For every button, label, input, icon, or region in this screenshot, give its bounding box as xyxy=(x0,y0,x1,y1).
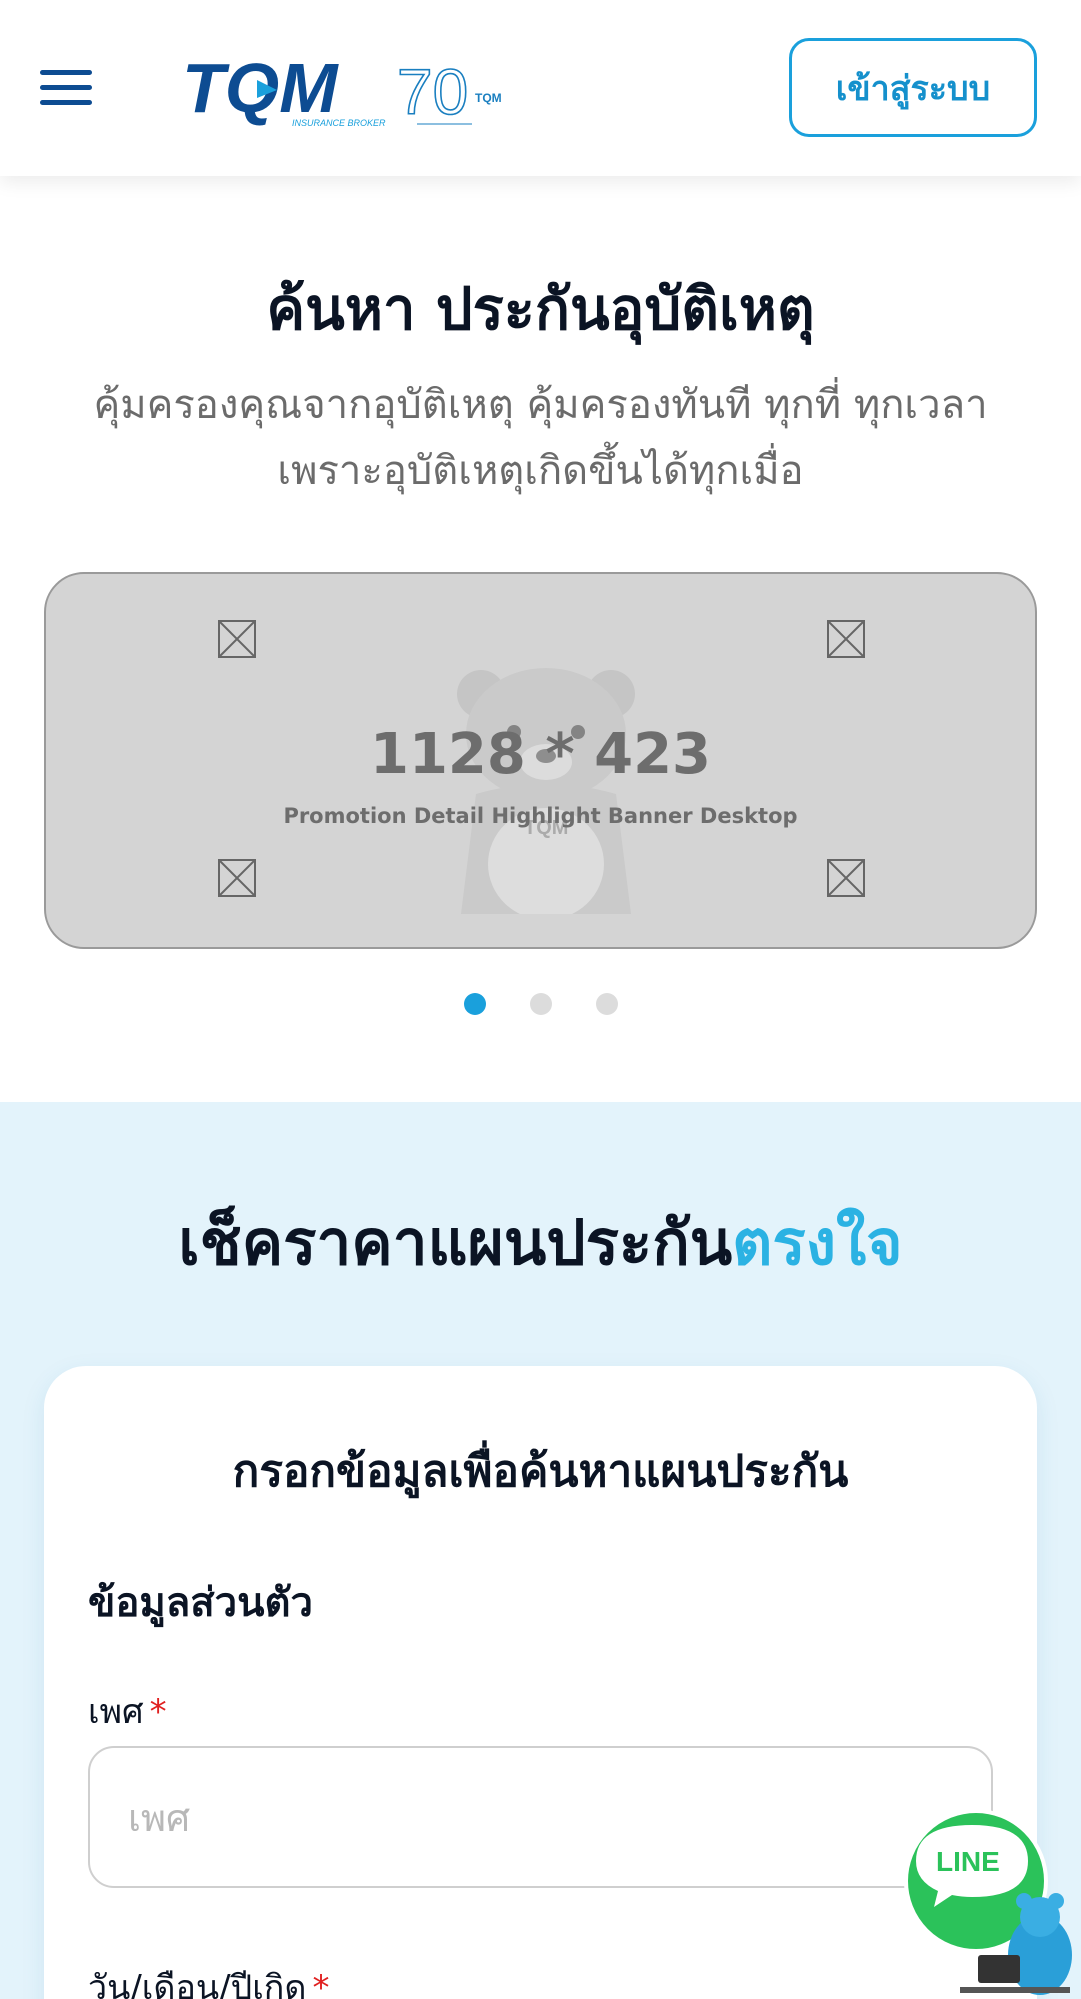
broken-image-icon xyxy=(218,620,256,658)
dob-label-text: วัน/เดือน/ปีเกิด xyxy=(88,1968,307,1999)
required-mark: * xyxy=(149,1692,167,1732)
subtitle-line-2: เพราะอุบัติเหตุเกิดขึ้นได้ทุกเมื่อ xyxy=(277,448,804,494)
line-chat-button[interactable]: LINE xyxy=(900,1805,1081,1999)
form-title: กรอกข้อมูลเพื่อค้นหาแผนประกัน xyxy=(232,1446,849,1497)
quote-form-card: กรอกข้อมูลเพื่อค้นหาแผนประกัน ข้อมูลส่วน… xyxy=(44,1366,1037,1999)
quote-title: เช็คราคาแผนประกันตรงใจ xyxy=(0,1194,1081,1292)
required-mark: * xyxy=(312,1968,330,1999)
gender-select[interactable]: เพศ xyxy=(88,1746,993,1888)
login-button[interactable]: เข้าสู่ระบบ xyxy=(789,38,1037,137)
page-subtitle: คุ้มครองคุณจากอุบัติเหตุ คุ้มครองทันที ท… xyxy=(40,372,1041,504)
carousel-dot-1[interactable] xyxy=(463,993,486,1015)
svg-text:INSURANCE BROKER: INSURANCE BROKER xyxy=(292,118,386,128)
anniversary-70-icon: 70 TQM xyxy=(397,55,502,129)
svg-text:LINE: LINE xyxy=(936,1846,1000,1877)
banner-caption: Promotion Detail Highlight Banner Deskto… xyxy=(283,804,798,828)
top-header: TQM INSURANCE BROKER 70 TQM เข้าสู่ระบบ xyxy=(0,0,1081,176)
broken-image-icon xyxy=(827,620,865,658)
promotion-banner[interactable]: TQM 1128 * 423 Promotion Detail Highligh… xyxy=(44,572,1037,949)
line-chat-icon: LINE xyxy=(904,1809,1072,1995)
personal-info-heading: ข้อมูลส่วนตัว xyxy=(88,1580,313,1626)
broken-image-icon xyxy=(827,859,865,897)
dob-label: วัน/เดือน/ปีเกิด * xyxy=(88,1960,329,1999)
carousel-pagination xyxy=(0,993,1081,1017)
page-title: ค้นหา ประกันอุบัติเหตุ xyxy=(266,275,815,343)
carousel-dot-2[interactable] xyxy=(529,993,552,1015)
broken-image-icon xyxy=(218,859,256,897)
gender-label-text: เพศ xyxy=(88,1692,144,1732)
tqm-logo-icon: TQM INSURANCE BROKER xyxy=(182,50,386,128)
gender-placeholder: เพศ xyxy=(128,1795,191,1840)
quote-title-accent: ตรงใจ xyxy=(732,1206,903,1279)
svg-text:70: 70 xyxy=(397,56,468,128)
brand-logo[interactable]: TQM INSURANCE BROKER 70 TQM xyxy=(182,50,512,130)
gender-label: เพศ * xyxy=(88,1684,167,1738)
subtitle-line-1: คุ้มครองคุณจากอุบัติเหตุ คุ้มครองทันที ท… xyxy=(93,382,988,428)
carousel-dot-3[interactable] xyxy=(595,993,618,1015)
hamburger-menu-icon[interactable] xyxy=(40,70,92,108)
svg-text:TQM: TQM xyxy=(475,91,502,105)
quote-title-main: เช็คราคาแผนประกัน xyxy=(178,1206,733,1279)
banner-size-label: 1128 * 423 xyxy=(369,722,712,787)
